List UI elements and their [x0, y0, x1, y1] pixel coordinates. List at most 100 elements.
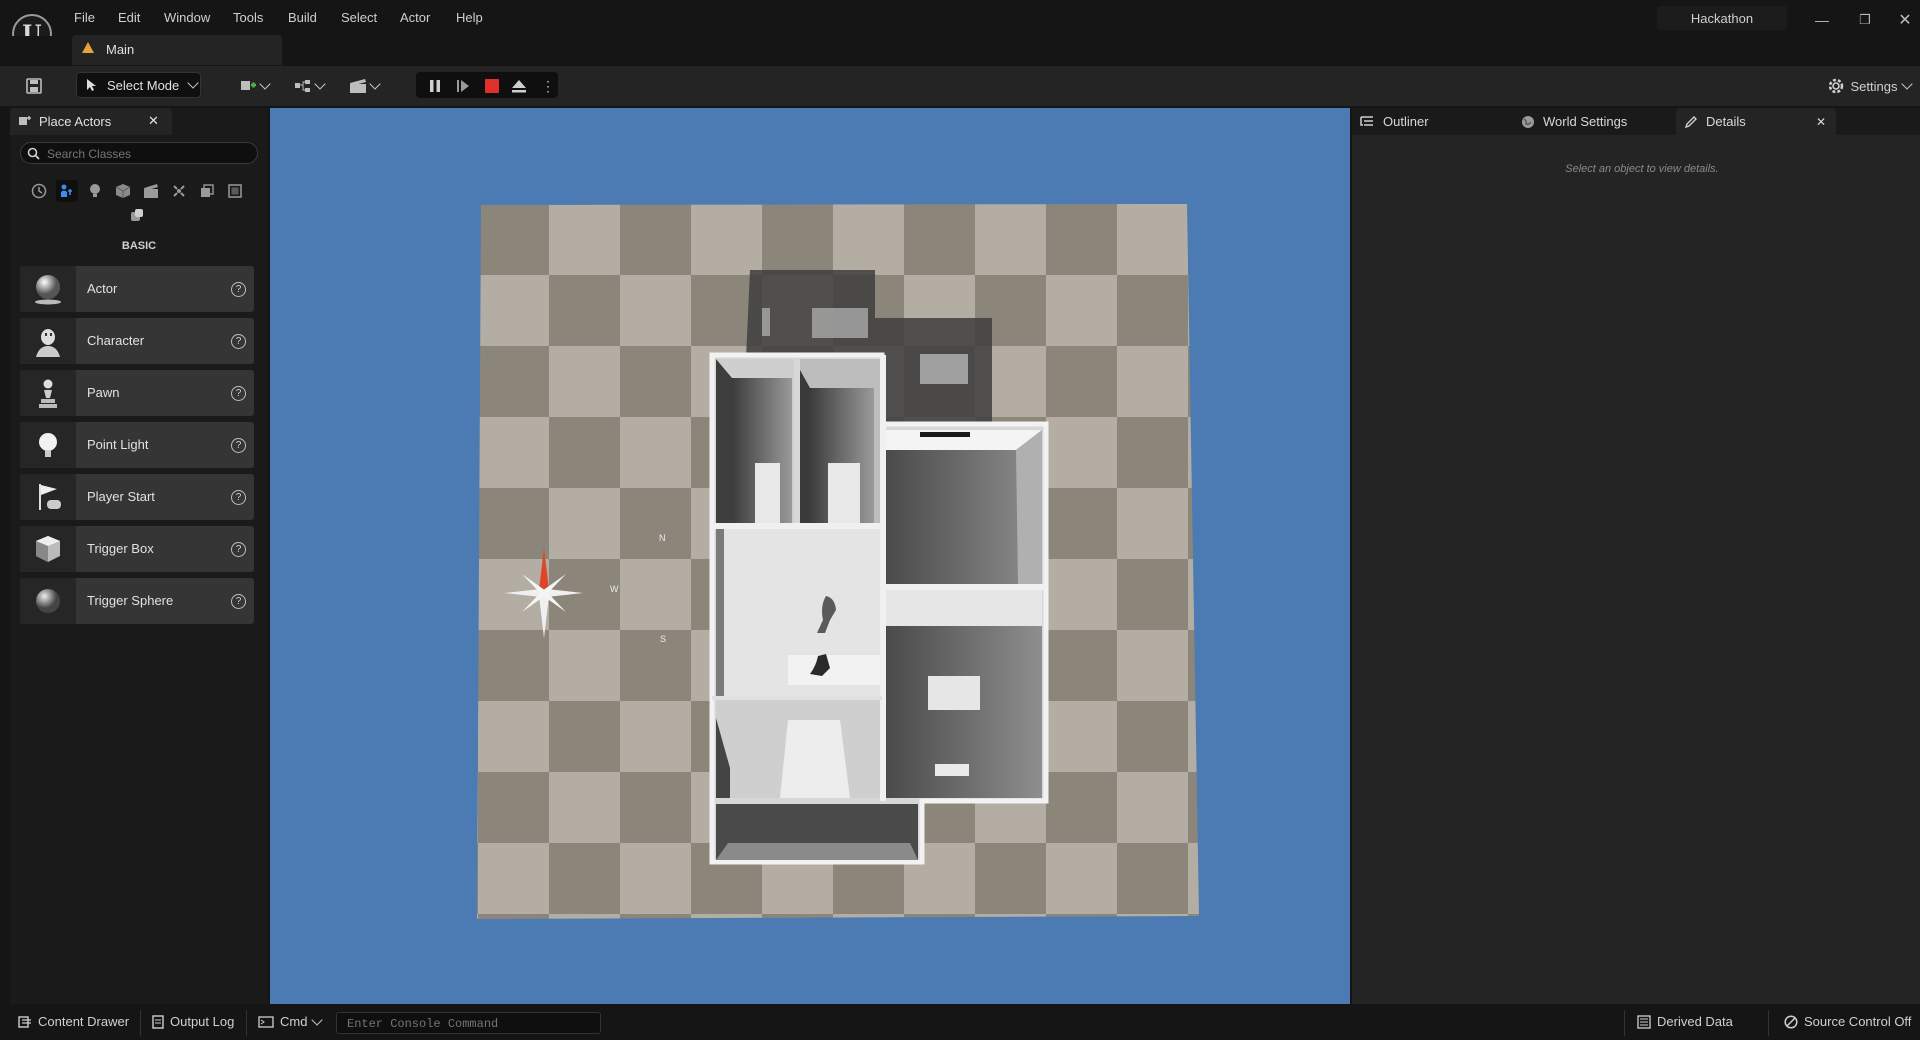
actor-item-label: Character: [87, 333, 145, 348]
save-icon[interactable]: [22, 74, 46, 98]
output-log-button[interactable]: Output Log: [152, 1014, 234, 1029]
actor-item-player-start[interactable]: Player Start ?: [20, 474, 254, 520]
geometry-icon[interactable]: [126, 204, 148, 226]
menu-tools[interactable]: Tools: [233, 10, 263, 25]
chevron-down-icon: [311, 1013, 324, 1026]
terminal-icon: [258, 1015, 274, 1028]
actor-item-point-light[interactable]: Point Light ?: [20, 422, 254, 468]
derived-data-label: Derived Data: [1657, 1014, 1733, 1029]
eject-button[interactable]: [508, 74, 530, 98]
help-icon[interactable]: ?: [231, 490, 246, 505]
step-frame-button[interactable]: [452, 74, 474, 98]
pause-button[interactable]: [424, 74, 446, 98]
player-start-icon: [20, 474, 76, 520]
sphere-icon: [20, 266, 76, 312]
source-control-button[interactable]: Source Control Off: [1784, 1014, 1911, 1029]
shapes-icon[interactable]: [112, 180, 134, 202]
volumes-icon[interactable]: [196, 180, 218, 202]
help-icon[interactable]: ?: [231, 282, 246, 297]
lights-icon[interactable]: [84, 180, 106, 202]
close-icon[interactable]: ✕: [1816, 115, 1826, 129]
tab-main-label: Main: [106, 42, 135, 57]
content-drawer-label: Content Drawer: [38, 1014, 130, 1029]
compass-s-label: S: [660, 634, 667, 644]
main-toolbar: [0, 66, 1920, 106]
tab-main[interactable]: Main: [72, 35, 282, 65]
outliner-icon: [1360, 115, 1373, 126]
actor-item-trigger-sphere[interactable]: Trigger Sphere ?: [20, 578, 254, 624]
cmd-label: Cmd: [280, 1014, 308, 1029]
place-actors-title: Place Actors: [39, 114, 112, 129]
search-classes-field[interactable]: [20, 142, 258, 164]
close-icon[interactable]: ✕: [148, 113, 159, 129]
basic-icon[interactable]: [56, 180, 78, 202]
derived-data-button[interactable]: Derived Data: [1637, 1014, 1733, 1029]
details-empty-message: Select an object to view details.: [1565, 163, 1719, 175]
compass-w-label: W: [610, 584, 619, 594]
level-tab-row: [0, 36, 1920, 66]
blueprint-button[interactable]: [290, 74, 328, 98]
search-input[interactable]: [45, 145, 249, 163]
clapperboard-icon: [350, 79, 366, 93]
menu-build[interactable]: Build: [288, 10, 317, 25]
visual-effects-icon[interactable]: [168, 180, 190, 202]
help-icon[interactable]: ?: [231, 542, 246, 557]
more-options-icon[interactable]: ⋮: [540, 74, 556, 98]
actor-item-trigger-box[interactable]: Trigger Box ?: [20, 526, 254, 572]
tab-world-settings[interactable]: World Settings: [1521, 108, 1671, 135]
source-control-off-icon: [1784, 1014, 1798, 1029]
recent-icon[interactable]: [28, 180, 50, 202]
tab-outliner[interactable]: Outliner: [1360, 108, 1500, 135]
tab-details[interactable]: Details ✕: [1676, 108, 1836, 135]
all-classes-icon[interactable]: [224, 180, 246, 202]
tab-details-label: Details: [1706, 114, 1746, 129]
help-icon[interactable]: ?: [231, 594, 246, 609]
cinematic-icon[interactable]: [140, 180, 162, 202]
settings-button[interactable]: Settings: [1822, 74, 1916, 98]
stop-button[interactable]: [481, 74, 503, 98]
menu-select[interactable]: Select: [341, 10, 377, 25]
place-actors-icon: [19, 116, 31, 125]
settings-label: Settings: [1850, 78, 1898, 94]
warning-icon: [82, 42, 94, 53]
actor-item-label: Actor: [87, 281, 118, 296]
tab-world-settings-label: World Settings: [1543, 114, 1628, 129]
basic-section-header: BASIC: [121, 240, 157, 252]
divider: [1624, 1010, 1625, 1036]
output-log-icon: [152, 1014, 164, 1029]
help-icon[interactable]: ?: [231, 334, 246, 349]
cmd-dropdown[interactable]: Cmd: [258, 1013, 324, 1029]
actor-item-character[interactable]: Character ?: [20, 318, 254, 364]
restore-icon[interactable]: ❐: [1855, 12, 1875, 28]
help-icon[interactable]: ?: [231, 386, 246, 401]
minimize-icon[interactable]: —: [1812, 12, 1832, 28]
menu-window[interactable]: Window: [164, 10, 210, 25]
stop-icon: [485, 79, 499, 93]
level-viewport[interactable]: N S W: [270, 108, 1350, 1004]
pawn-icon: [20, 370, 76, 416]
tab-place-actors[interactable]: Place Actors ✕: [10, 108, 172, 135]
menu-edit[interactable]: Edit: [118, 10, 140, 25]
menu-help[interactable]: Help: [456, 10, 483, 25]
menu-file[interactable]: File: [74, 10, 95, 25]
globe-icon: [1522, 115, 1534, 128]
select-mode-dropdown[interactable]: Select Mode: [76, 72, 201, 98]
close-icon[interactable]: ✕: [1895, 10, 1915, 30]
actor-item-label: Point Light: [87, 437, 149, 452]
actor-item-label: Pawn: [87, 385, 120, 400]
scene-render: [477, 204, 1199, 919]
chevron-down-icon: [259, 78, 271, 90]
help-icon[interactable]: ?: [231, 438, 246, 453]
content-drawer-button[interactable]: Content Drawer: [18, 1014, 129, 1029]
derived-data-icon: [1637, 1014, 1651, 1029]
actor-item-pawn[interactable]: Pawn ?: [20, 370, 254, 416]
console-command-field[interactable]: [336, 1012, 601, 1034]
tab-outliner-label: Outliner: [1383, 114, 1429, 129]
add-content-button[interactable]: [236, 74, 272, 98]
blueprint-icon: [295, 80, 310, 92]
cinematics-button[interactable]: [345, 74, 383, 98]
pause-icon: [430, 80, 440, 92]
console-input[interactable]: [345, 1016, 589, 1032]
menu-actor[interactable]: Actor: [400, 10, 430, 25]
actor-item-actor[interactable]: Actor ?: [20, 266, 254, 312]
